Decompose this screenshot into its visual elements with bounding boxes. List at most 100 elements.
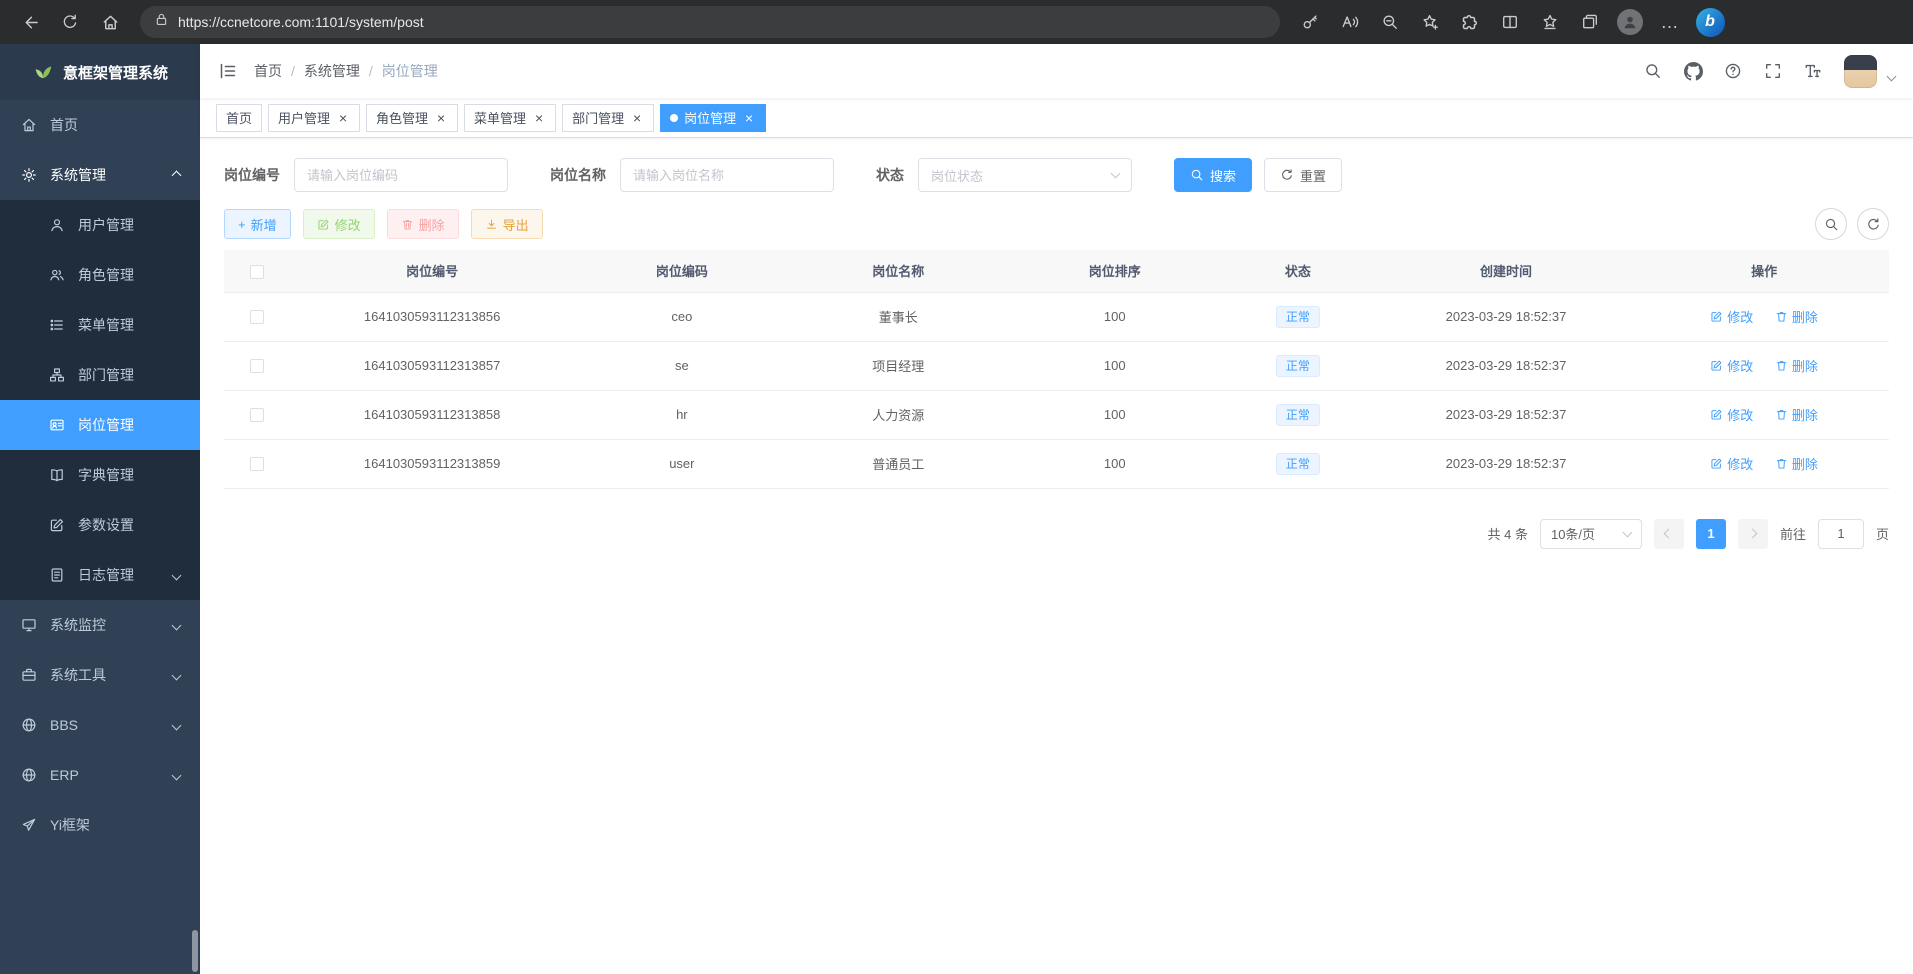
tab-menu-management[interactable]: 菜单管理 × [464, 104, 556, 132]
row-checkbox[interactable] [250, 359, 264, 373]
status-badge[interactable]: 正常 [1276, 306, 1320, 328]
browser-profile-avatar[interactable] [1610, 5, 1650, 39]
address-bar[interactable]: https://ccnetcore.com:1101/system/post [140, 6, 1280, 38]
bing-copilot-icon[interactable]: b [1690, 5, 1730, 39]
next-page-button[interactable] [1738, 519, 1768, 549]
row-delete-link[interactable]: 删除 [1775, 405, 1818, 424]
row-edit-link[interactable]: 修改 [1710, 454, 1753, 473]
sidebar-scrollbar-thumb[interactable] [192, 930, 198, 972]
table-row[interactable]: 1641030593112313859 user 普通员工 100 正常 202… [224, 439, 1889, 488]
tab-department-management[interactable]: 部门管理 × [562, 104, 654, 132]
table-row[interactable]: 1641030593112313856 ceo 董事长 100 正常 2023-… [224, 292, 1889, 341]
column-header[interactable]: 操作 [1639, 250, 1889, 292]
row-edit-link[interactable]: 修改 [1710, 356, 1753, 375]
status-select[interactable]: 岗位状态 [918, 158, 1132, 192]
font-size-icon[interactable] [1796, 54, 1830, 88]
row-delete-link[interactable]: 删除 [1775, 356, 1818, 375]
row-delete-link[interactable]: 删除 [1775, 307, 1818, 326]
status-badge[interactable]: 正常 [1276, 404, 1320, 426]
row-checkbox[interactable] [250, 457, 264, 471]
github-icon[interactable] [1676, 54, 1710, 88]
status-badge[interactable]: 正常 [1276, 355, 1320, 377]
table-row[interactable]: 1641030593112313858 hr 人力资源 100 正常 2023-… [224, 390, 1889, 439]
close-icon[interactable]: × [434, 111, 448, 125]
user-avatar[interactable] [1844, 55, 1877, 88]
search-icon[interactable] [1636, 54, 1670, 88]
refresh-table-button[interactable] [1857, 208, 1889, 240]
sidebar-collapse-icon[interactable] [218, 61, 238, 81]
table-row[interactable]: 1641030593112313857 se 项目经理 100 正常 2023-… [224, 341, 1889, 390]
goto-page-input[interactable] [1818, 519, 1864, 549]
favorites-icon[interactable] [1530, 5, 1570, 39]
breadcrumb-item-home[interactable]: 首页 [254, 61, 282, 81]
sidebar-item-parameter-settings[interactable]: 参数设置 [0, 500, 200, 550]
chevron-down-icon[interactable] [1887, 71, 1897, 81]
column-header[interactable]: 状态 [1223, 250, 1373, 292]
browser-settings-menu-icon[interactable]: … [1650, 5, 1690, 39]
add-button[interactable]: + 新增 [224, 209, 291, 239]
reset-button[interactable]: 重置 [1264, 158, 1342, 192]
split-screen-icon[interactable] [1490, 5, 1530, 39]
sidebar-item-bbs[interactable]: BBS [0, 700, 200, 750]
post-code-input[interactable] [294, 158, 508, 192]
lock-icon[interactable] [154, 12, 169, 32]
prev-page-button[interactable] [1654, 519, 1684, 549]
url-text[interactable]: https://ccnetcore.com:1101/system/post [178, 14, 424, 30]
fullscreen-icon[interactable] [1756, 54, 1790, 88]
row-checkbox[interactable] [250, 408, 264, 422]
column-header[interactable]: 岗位名称 [790, 250, 1006, 292]
add-favorite-icon[interactable] [1410, 5, 1450, 39]
zoom-out-icon[interactable] [1370, 5, 1410, 39]
post-name-input[interactable] [620, 158, 834, 192]
close-icon[interactable]: × [336, 111, 350, 125]
sidebar-item-menu-management[interactable]: 菜单管理 [0, 300, 200, 350]
sidebar-item-log-management[interactable]: 日志管理 [0, 550, 200, 600]
close-icon[interactable]: × [742, 111, 756, 125]
delete-button[interactable]: 删除 [387, 209, 459, 239]
column-header[interactable]: 创建时间 [1373, 250, 1639, 292]
edit-button[interactable]: 修改 [303, 209, 375, 239]
password-key-icon[interactable] [1290, 5, 1330, 39]
sidebar-item-system-monitoring[interactable]: 系统监控 [0, 600, 200, 650]
tab-post-management[interactable]: 岗位管理 × [660, 104, 766, 132]
column-header[interactable]: 岗位编码 [574, 250, 790, 292]
column-header[interactable]: 岗位排序 [1007, 250, 1223, 292]
sidebar-item-user-management[interactable]: 用户管理 [0, 200, 200, 250]
select-all-checkbox[interactable] [250, 265, 264, 279]
sidebar-item-role-management[interactable]: 角色管理 [0, 250, 200, 300]
tab-role-management[interactable]: 角色管理 × [366, 104, 458, 132]
page-size-select[interactable]: 10条/页 [1540, 519, 1642, 549]
row-delete-link[interactable]: 删除 [1775, 454, 1818, 473]
sidebar-item-department-management[interactable]: 部门管理 [0, 350, 200, 400]
page-number-button[interactable]: 1 [1696, 519, 1726, 549]
tab-user-management[interactable]: 用户管理 × [268, 104, 360, 132]
sidebar-item-erp[interactable]: ERP [0, 750, 200, 800]
app-logo[interactable]: 意框架管理系统 [0, 44, 200, 100]
close-icon[interactable]: × [532, 111, 546, 125]
toggle-search-button[interactable] [1815, 208, 1847, 240]
browser-refresh-icon[interactable] [50, 5, 90, 39]
tab-home[interactable]: 首页 [216, 104, 262, 132]
tab-label: 角色管理 [376, 108, 428, 127]
status-badge[interactable]: 正常 [1276, 453, 1320, 475]
search-button[interactable]: 搜索 [1174, 158, 1252, 192]
sidebar-item-post-management[interactable]: 岗位管理 [0, 400, 200, 450]
column-header[interactable]: 岗位编号 [291, 250, 574, 292]
row-edit-link[interactable]: 修改 [1710, 307, 1753, 326]
read-aloud-icon[interactable] [1330, 5, 1370, 39]
sidebar-item-yi-framework[interactable]: Yi框架 [0, 800, 200, 850]
row-checkbox[interactable] [250, 310, 264, 324]
help-icon[interactable] [1716, 54, 1750, 88]
sidebar-item-system-management[interactable]: 系统管理 [0, 150, 200, 200]
browser-back-icon[interactable] [10, 5, 50, 39]
collections-icon[interactable] [1570, 5, 1610, 39]
breadcrumb-item-system[interactable]: 系统管理 [304, 61, 360, 81]
sidebar-item-home[interactable]: 首页 [0, 100, 200, 150]
close-icon[interactable]: × [630, 111, 644, 125]
sidebar-item-dictionary-management[interactable]: 字典管理 [0, 450, 200, 500]
browser-home-icon[interactable] [90, 5, 130, 39]
row-edit-link[interactable]: 修改 [1710, 405, 1753, 424]
export-button[interactable]: 导出 [471, 209, 543, 239]
sidebar-item-system-tools[interactable]: 系统工具 [0, 650, 200, 700]
extensions-icon[interactable] [1450, 5, 1490, 39]
